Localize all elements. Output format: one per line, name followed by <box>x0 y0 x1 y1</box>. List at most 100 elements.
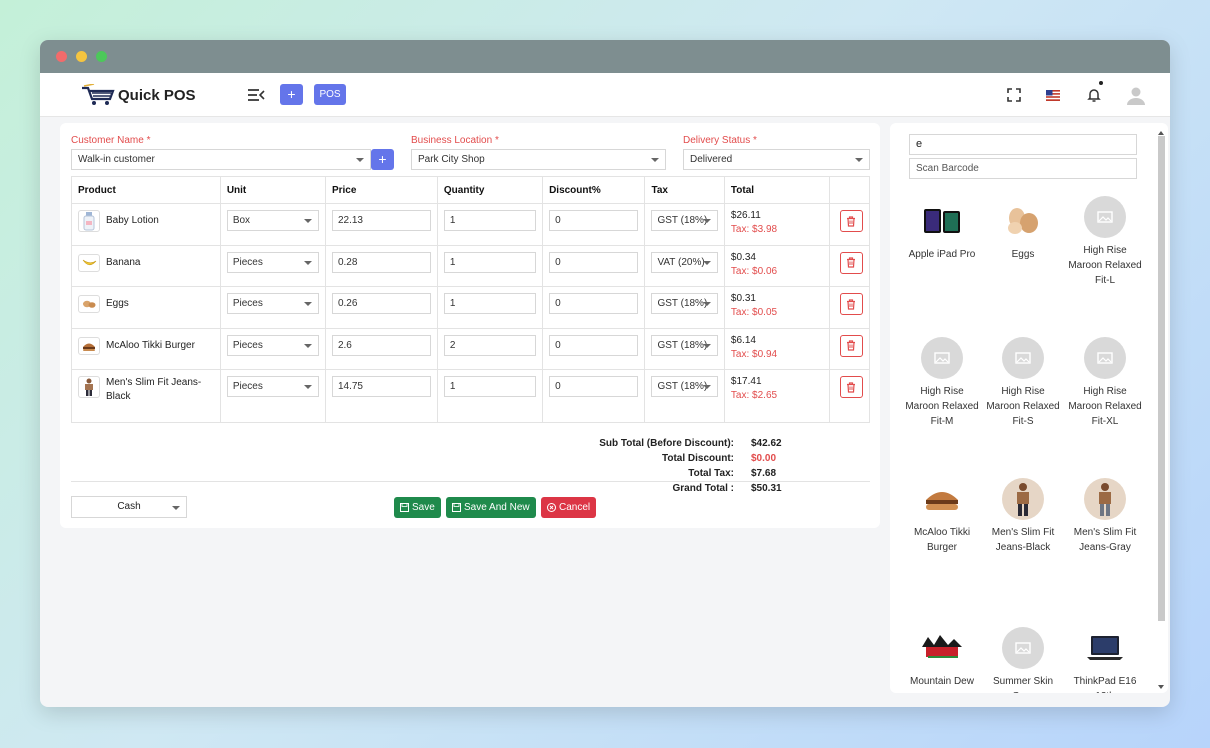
product-card[interactable]: High Rise Maroon Relaxed Fit-S <box>983 336 1063 429</box>
tax-select[interactable]: GST (18%) <box>651 376 718 397</box>
line-tax: Tax: $0.94 <box>730 348 778 360</box>
product-card-name: ThinkPad E16 13th <box>1073 676 1137 693</box>
cancel-button[interactable]: Cancel <box>541 497 597 518</box>
product-card-name: Summer Skin Care <box>992 676 1053 693</box>
scroll-up-icon[interactable] <box>1158 131 1164 135</box>
product-card[interactable]: ThinkPad E16 13th <box>1065 626 1145 693</box>
price-input[interactable]: 22.13 <box>331 210 431 231</box>
notification-bell-icon[interactable] <box>1086 87 1102 103</box>
quick-add-button[interactable]: + <box>280 84 303 105</box>
tax-select[interactable]: GST (18%) <box>651 293 718 314</box>
product-card[interactable]: High Rise Maroon Relaxed Fit-M <box>902 336 982 429</box>
unit-select[interactable]: Pieces <box>226 334 319 356</box>
quantity-input[interactable]: 1 <box>443 376 537 397</box>
discount-input[interactable]: 0 <box>549 251 639 273</box>
chevron-down-icon <box>303 302 312 306</box>
chevron-down-icon <box>702 219 711 223</box>
discount-input[interactable]: 0 <box>549 293 639 314</box>
app-window: Quick POS + POS Customer Name * Walk-in … <box>40 40 1170 707</box>
placeholder-image-icon <box>921 337 963 379</box>
product-card[interactable]: McAloo Tikki Burger <box>902 477 982 555</box>
table-row: McAloo Tikki Burger Pieces 2.6 2 0 GST (… <box>71 328 871 370</box>
product-card[interactable]: Summer Skin Care <box>983 626 1063 693</box>
add-customer-button[interactable]: + <box>371 149 394 170</box>
tax-value: VAT (20%) <box>657 256 705 268</box>
product-name: Baby Lotion <box>106 215 159 226</box>
scroll-down-icon[interactable] <box>1158 685 1164 689</box>
eggs-image-icon <box>1001 199 1045 243</box>
tax-value: GST (18%) <box>657 381 708 392</box>
mountain-dew-logo-icon <box>920 626 964 670</box>
tax-select[interactable]: GST (18%) <box>651 210 718 231</box>
quantity-input[interactable]: 1 <box>443 251 537 273</box>
subtotal-value: $42.62 <box>751 438 782 449</box>
close-window-button[interactable] <box>56 51 67 62</box>
us-flag-icon[interactable] <box>1046 90 1060 101</box>
price-input[interactable]: 2.6 <box>331 334 431 356</box>
tax-select[interactable]: GST (18%) <box>651 334 718 356</box>
price-input[interactable]: 14.75 <box>331 376 431 397</box>
delete-row-button[interactable] <box>839 210 863 232</box>
app-logo[interactable]: Quick POS <box>80 83 196 106</box>
col-header-tax: Tax <box>644 176 725 204</box>
payment-method-select[interactable]: Cash <box>71 496 187 518</box>
delivery-status-select[interactable]: Delivered <box>683 149 870 170</box>
customer-select[interactable]: Walk-in customer <box>71 149 371 170</box>
fullscreen-icon[interactable] <box>1006 87 1022 103</box>
chevron-down-icon <box>303 260 312 265</box>
total-tax-value: $7.68 <box>751 468 777 479</box>
product-name: Banana <box>106 256 141 268</box>
subtotal-label: Sub Total (Before Discount): <box>599 438 734 449</box>
minimize-window-button[interactable] <box>76 51 87 62</box>
quantity-input[interactable]: 2 <box>443 334 537 356</box>
quantity-input[interactable]: 1 <box>443 293 537 314</box>
barcode-input[interactable]: Scan Barcode <box>909 158 1137 179</box>
discount-input[interactable]: 0 <box>549 376 639 397</box>
maximize-window-button[interactable] <box>96 51 107 62</box>
unit-select[interactable]: Box <box>226 210 319 231</box>
unit-value: Box <box>232 215 251 226</box>
delete-row-button[interactable] <box>839 293 863 315</box>
jeans-thumbnail <box>78 376 100 398</box>
discount-input[interactable]: 0 <box>549 210 639 231</box>
product-card[interactable]: Eggs <box>983 199 1063 262</box>
trash-icon <box>847 257 856 268</box>
summary-divider <box>71 481 870 482</box>
col-header-unit: Unit <box>219 176 326 204</box>
col-header-price: Price <box>324 176 438 204</box>
floppy-icon <box>400 503 409 512</box>
discount-input[interactable]: 0 <box>549 334 639 356</box>
menu-collapse-icon[interactable] <box>247 87 265 103</box>
scrollbar-thumb[interactable] <box>1158 136 1165 621</box>
tax-select[interactable]: VAT (20%) <box>651 251 718 273</box>
table-row: Banana Pieces 0.28 1 0 VAT (20%) $0.34 Ta… <box>71 245 871 287</box>
product-card[interactable]: Men's Slim Fit Jeans-Gray <box>1065 477 1145 555</box>
placeholder-image-icon <box>1002 627 1044 669</box>
panel-scrollbar[interactable] <box>1157 131 1166 691</box>
delete-row-button[interactable] <box>839 376 863 398</box>
price-input[interactable]: 0.26 <box>331 293 431 314</box>
customer-name-label: Customer Name * <box>71 135 151 146</box>
tax-value: GST (18%) <box>657 215 708 226</box>
product-card[interactable]: High Rise Maroon Relaxed Fit-L <box>1065 195 1145 288</box>
product-card[interactable]: High Rise Maroon Relaxed Fit-XL <box>1065 336 1145 429</box>
chevron-down-icon <box>172 506 180 510</box>
price-input[interactable]: 0.28 <box>331 251 431 273</box>
product-card[interactable]: Apple iPad Pro <box>902 199 982 262</box>
unit-select[interactable]: Pieces <box>226 293 319 314</box>
delete-row-button[interactable] <box>839 334 863 357</box>
user-avatar[interactable] <box>1126 85 1146 105</box>
product-card[interactable]: Men's Slim Fit Jeans-Black <box>983 477 1063 555</box>
pos-button[interactable]: POS <box>314 84 346 105</box>
save-button[interactable]: Save <box>394 497 441 518</box>
product-card[interactable]: Mountain Dew <box>902 626 982 689</box>
save-and-new-button[interactable]: Save And New <box>446 497 536 518</box>
product-search-input[interactable]: e <box>909 134 1137 155</box>
col-header-actions <box>828 176 871 204</box>
delivery-status-value: Delivered <box>690 154 733 165</box>
delete-row-button[interactable] <box>839 251 863 274</box>
unit-select[interactable]: Pieces <box>226 376 319 397</box>
business-location-select[interactable]: Park City Shop <box>411 149 666 170</box>
quantity-input[interactable]: 1 <box>443 210 537 231</box>
unit-select[interactable]: Pieces <box>226 251 319 273</box>
